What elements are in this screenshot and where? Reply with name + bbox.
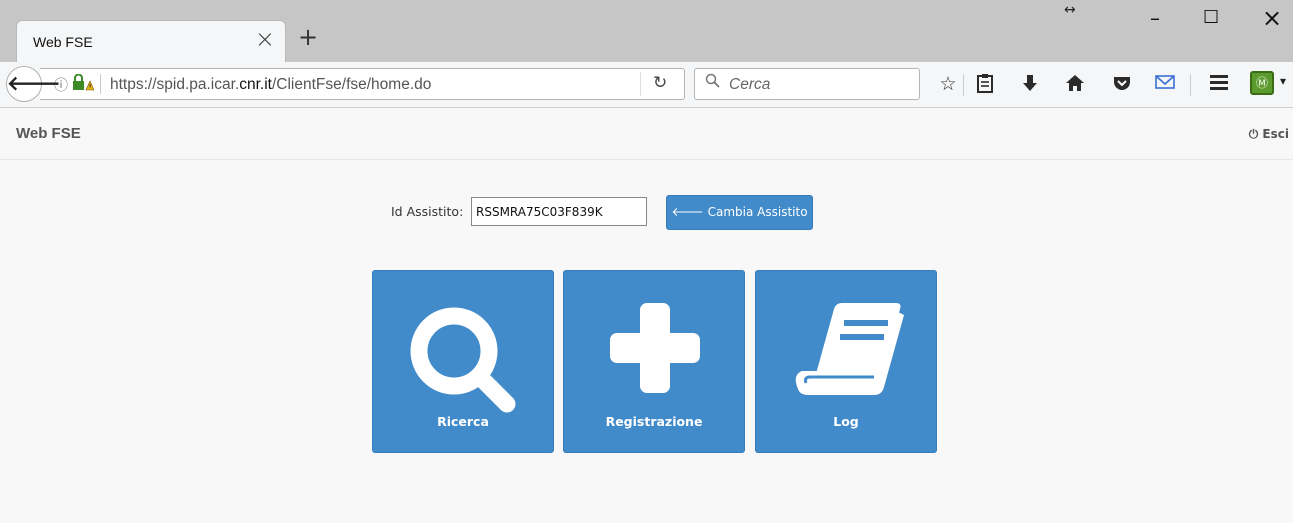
cambia-assistito-button[interactable]: 🡐 Cambia Assistito — [666, 195, 813, 230]
toolbar-separator — [1190, 74, 1191, 96]
back-button[interactable]: 🡐 — [6, 66, 61, 102]
maximize-button[interactable]: ☐ — [1203, 6, 1219, 30]
search-input[interactable]: Cerca — [729, 76, 770, 94]
id-assistito-input[interactable] — [471, 197, 647, 226]
tab-title: Web FSE — [33, 34, 93, 50]
clipboard-icon[interactable] — [973, 73, 997, 98]
pocket-icon[interactable] — [1110, 73, 1134, 98]
browser-navbar: ⓘ https://spid.pa.icar.cnr.it/ClientFse/… — [0, 62, 1293, 108]
power-icon: ⏻ — [1248, 127, 1263, 141]
extension-icon[interactable]: Ⓜ — [1250, 71, 1274, 95]
bookmark-star-icon[interactable]: ☆ — [936, 73, 960, 95]
plus-icon — [610, 303, 700, 393]
logout-label: Esci — [1262, 127, 1289, 141]
url-separator — [100, 74, 101, 94]
search-icon — [410, 307, 516, 413]
close-window-button[interactable]: × — [1262, 6, 1282, 30]
logout-link[interactable]: ⏻ Esci — [1249, 127, 1289, 142]
lock-warning-icon[interactable] — [72, 73, 95, 96]
url-bar[interactable]: ⓘ https://spid.pa.icar.cnr.it/ClientFse/… — [40, 68, 685, 100]
reload-icon[interactable]: ↻ — [653, 73, 667, 93]
search-icon — [705, 73, 721, 93]
tile-registrazione-label: Registrazione — [605, 414, 703, 429]
id-assistito-label: Id Assistito: — [391, 204, 464, 219]
app-navbar: Web FSE ⏻ Esci — [0, 108, 1293, 160]
browser-titlebar: Web FSE × + ↔ – ☐ × — [0, 0, 1293, 62]
search-bar[interactable]: Cerca — [694, 68, 920, 100]
tile-ricerca[interactable]: Ricerca — [372, 270, 554, 453]
app-brand[interactable]: Web FSE — [16, 125, 81, 142]
tile-log[interactable]: Log — [755, 270, 937, 453]
tile-ricerca-label: Ricerca — [437, 414, 489, 429]
cambia-assistito-label: Cambia Assistito — [707, 205, 808, 219]
home-icon[interactable] — [1063, 73, 1087, 98]
menu-icon[interactable] — [1207, 73, 1231, 95]
browser-tab[interactable]: Web FSE × — [16, 20, 286, 62]
url-text[interactable]: https://spid.pa.icar.cnr.it/ClientFse/fs… — [110, 76, 431, 94]
toolbar-separator — [963, 74, 964, 96]
reload-separator — [640, 72, 641, 96]
mail-icon[interactable] — [1153, 73, 1177, 95]
tile-registrazione[interactable]: Registrazione — [563, 270, 745, 453]
tab-close-icon[interactable]: × — [255, 27, 275, 51]
new-tab-button[interactable]: + — [298, 24, 318, 50]
book-icon — [795, 303, 904, 395]
resize-indicator-icon: ↔ — [1064, 2, 1076, 18]
tile-log-label: Log — [833, 414, 859, 429]
arrow-left-icon: 🡐 — [671, 205, 704, 219]
minimize-button[interactable]: – — [1150, 6, 1160, 30]
download-icon[interactable] — [1018, 73, 1042, 98]
extension-dropdown-icon[interactable]: ▾ — [1280, 74, 1286, 88]
